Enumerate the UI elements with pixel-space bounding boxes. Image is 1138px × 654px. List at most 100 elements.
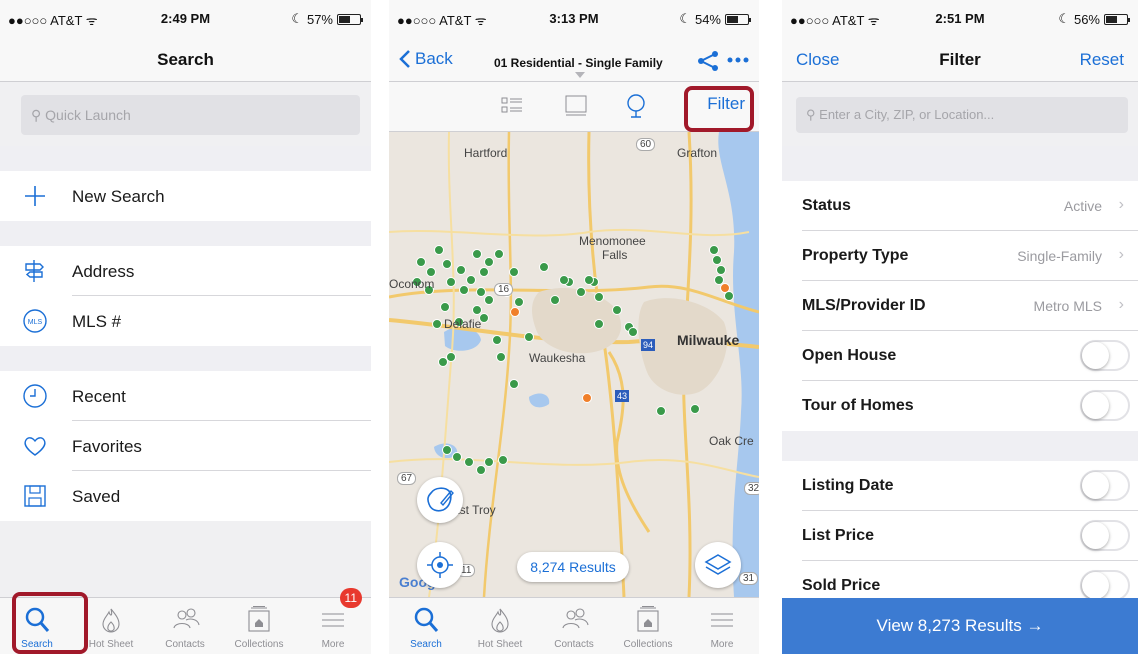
filter-screen: ●●○○○ AT&T ᯤ 2:51 PM ☾ 56% Close Filter … [782, 0, 1138, 654]
menu-icon [711, 613, 733, 627]
listing-pin[interactable] [456, 265, 466, 275]
listing-pin[interactable] [476, 287, 486, 297]
listing-pin[interactable] [612, 305, 622, 315]
recent-label: Recent [72, 387, 126, 406]
listing-pin[interactable] [459, 285, 469, 295]
tab-hot-sheet[interactable]: Hot Sheet [463, 598, 537, 654]
listing-pin[interactable] [472, 305, 482, 315]
section-separator [0, 221, 371, 246]
battery-icon [337, 13, 363, 25]
favorites-row[interactable]: Favorites [0, 421, 371, 471]
listing-pin[interactable] [484, 457, 494, 467]
listing-pin[interactable] [494, 249, 504, 259]
list-view-icon[interactable] [501, 96, 523, 116]
tab-contacts[interactable]: Contacts [148, 598, 222, 654]
tour-of-homes-toggle[interactable] [1080, 390, 1130, 421]
listing-pin[interactable] [716, 265, 726, 275]
listing-pin[interactable] [452, 452, 462, 462]
listing-pin[interactable] [509, 267, 519, 277]
listing-pin[interactable] [440, 302, 450, 312]
map-view[interactable]: Hartford Grafton Menomonee Falls Oconom … [389, 132, 759, 597]
listing-pin[interactable] [442, 259, 452, 269]
address-row[interactable]: Address [0, 246, 371, 296]
view-results-button[interactable]: View 8,273 Results → [782, 598, 1138, 654]
listing-pin[interactable] [724, 291, 734, 301]
listing-pin[interactable] [438, 357, 448, 367]
listing-pin[interactable] [442, 445, 452, 455]
listing-pin[interactable] [584, 275, 594, 285]
listing-pin[interactable] [446, 352, 456, 362]
results-count-button[interactable]: 8,274 Results [517, 552, 629, 582]
battery-percent: 54% [694, 11, 721, 27]
search-title[interactable]: 01 Residential - Single Family [494, 56, 663, 70]
listing-pin[interactable] [426, 267, 436, 277]
battery-icon [725, 13, 751, 25]
listing-pin[interactable] [476, 465, 486, 475]
listing-pin[interactable] [498, 455, 508, 465]
chevron-down-icon[interactable] [575, 72, 585, 78]
tab-search[interactable]: Search [389, 598, 463, 654]
listing-pin[interactable] [464, 457, 474, 467]
listing-pin[interactable] [576, 287, 586, 297]
listing-pin[interactable] [539, 262, 549, 272]
tab-contacts[interactable]: Contacts [537, 598, 611, 654]
sold-price-toggle[interactable] [1080, 570, 1130, 601]
saved-row[interactable]: Saved [0, 471, 371, 521]
listing-pin[interactable] [594, 319, 604, 329]
listing-pin[interactable] [472, 249, 482, 259]
map-layers-button[interactable] [695, 542, 741, 588]
reset-button[interactable]: Reset [1080, 50, 1124, 70]
tab-more[interactable]: 11 More [296, 588, 370, 654]
draw-area-button[interactable] [417, 477, 463, 523]
listing-pin[interactable] [594, 292, 604, 302]
listing-pin[interactable] [714, 275, 724, 285]
property-type-row[interactable]: Property Type Single-Family › [782, 231, 1138, 281]
listing-pin[interactable] [514, 297, 524, 307]
share-icon[interactable] [697, 50, 719, 72]
open-house-toggle[interactable] [1080, 340, 1130, 371]
location-search-input[interactable]: ⚲ Enter a City, ZIP, or Location... [796, 97, 1128, 133]
list-price-toggle[interactable] [1080, 520, 1130, 551]
listing-pin[interactable] [496, 352, 506, 362]
listing-pin[interactable] [434, 245, 444, 255]
listing-pin[interactable] [416, 257, 426, 267]
status-filter-row[interactable]: Status Active › [782, 181, 1138, 231]
listing-pin[interactable] [484, 257, 494, 267]
more-options-icon[interactable] [727, 57, 749, 63]
listing-pin[interactable] [550, 295, 560, 305]
listing-pin[interactable] [709, 245, 719, 255]
listing-pin[interactable] [656, 406, 666, 416]
new-search-label: New Search [72, 187, 165, 206]
listing-pin[interactable] [559, 275, 569, 285]
listing-pin[interactable] [432, 319, 442, 329]
gallery-view-icon[interactable] [564, 94, 588, 118]
listing-pin[interactable] [492, 335, 502, 345]
listing-pin[interactable] [509, 379, 519, 389]
listing-date-toggle[interactable] [1080, 470, 1130, 501]
list-price-row: List Price [782, 511, 1138, 561]
battery-icon [1104, 13, 1130, 25]
listing-pin[interactable] [582, 393, 592, 403]
listing-pin[interactable] [479, 267, 489, 277]
quick-launch-input[interactable]: ⚲ Quick Launch [21, 95, 360, 135]
back-button[interactable]: Back [399, 49, 453, 69]
mls-provider-row[interactable]: MLS/Provider ID Metro MLS › [782, 281, 1138, 331]
contacts-icon [173, 608, 200, 629]
listing-pin[interactable] [484, 295, 494, 305]
listing-pin[interactable] [524, 332, 534, 342]
map-view-icon[interactable] [625, 93, 647, 119]
listing-pin[interactable] [446, 277, 456, 287]
listing-pin[interactable] [690, 404, 700, 414]
current-location-button[interactable] [417, 542, 463, 588]
recent-row[interactable]: Recent [0, 371, 371, 421]
tab-collections[interactable]: Collections [222, 598, 296, 654]
listing-pin[interactable] [466, 275, 476, 285]
mls-number-row[interactable]: MLS MLS # [0, 296, 371, 346]
new-search-row[interactable]: New Search [0, 171, 371, 221]
listing-pin[interactable] [510, 307, 520, 317]
tab-more[interactable]: More [685, 598, 759, 654]
listing-pin[interactable] [628, 327, 638, 337]
tab-collections[interactable]: Collections [611, 598, 685, 654]
moon-icon: ☾ [291, 11, 303, 26]
listing-pin[interactable] [712, 255, 722, 265]
